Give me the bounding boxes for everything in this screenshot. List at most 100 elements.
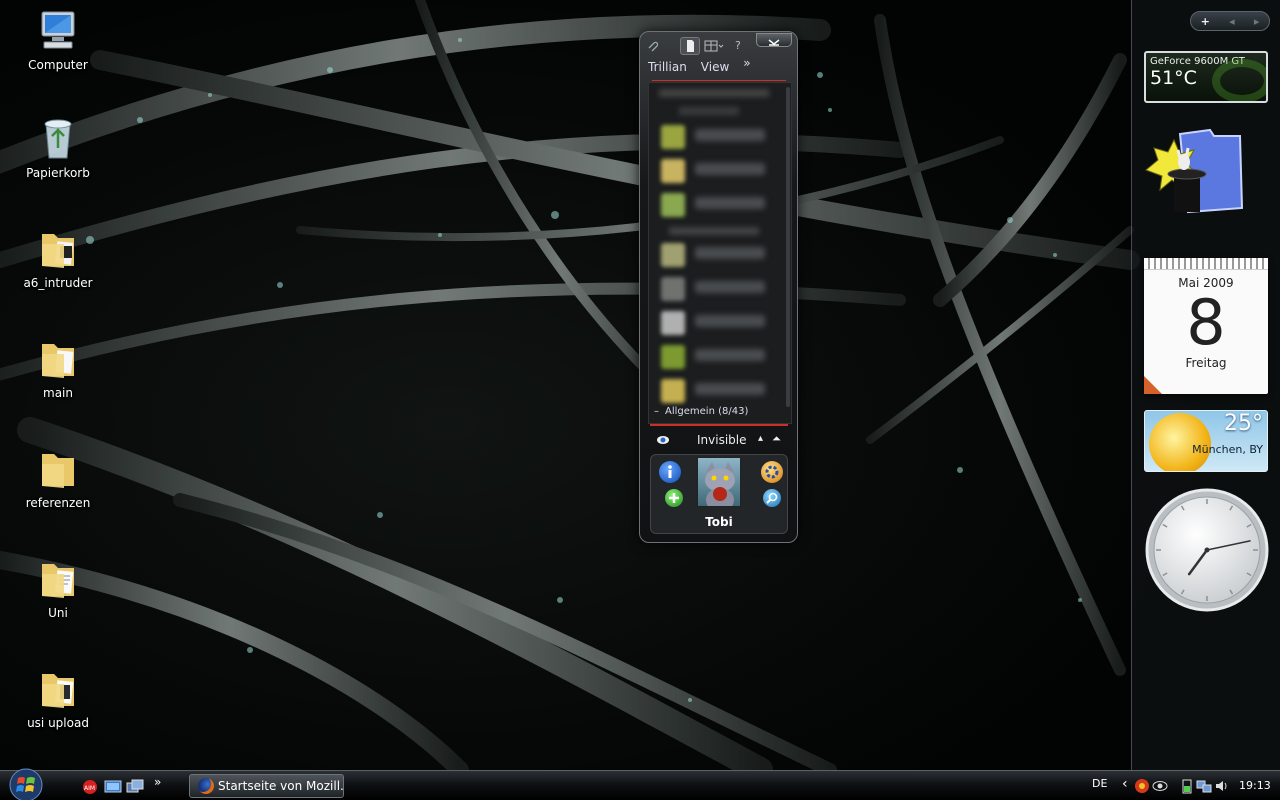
taskbar-item-firefox[interactable]: Startseite von Mozill... <box>189 774 344 798</box>
collapse-panel-icon[interactable]: ⏶ <box>772 432 781 446</box>
contact-avatar <box>661 193 685 217</box>
contact-avatar <box>661 277 685 301</box>
new-document-button[interactable] <box>680 37 700 55</box>
profile-name: Tobi <box>705 515 733 529</box>
menu-trillian[interactable]: Trillian <box>648 60 687 80</box>
eye-tray-icon[interactable] <box>1152 778 1168 794</box>
contact-item[interactable] <box>661 275 781 303</box>
calendar-day: 8 <box>1186 286 1226 359</box>
document-icon <box>687 40 694 52</box>
network-icon[interactable] <box>1196 778 1212 794</box>
group-label: Allgemein (8/43) <box>665 406 749 417</box>
blurred-group-header <box>679 107 739 115</box>
desktop-icon-main[interactable]: main <box>14 334 102 434</box>
desktop-icon-usi-upload[interactable]: usi upload <box>14 664 102 764</box>
desktop-icon-recycle-bin[interactable]: Papierkorb <box>14 114 102 214</box>
contact-avatar <box>661 243 685 267</box>
contact-item[interactable] <box>661 343 781 371</box>
menubar-divider <box>652 80 786 81</box>
contact-item[interactable] <box>661 123 781 151</box>
search-icon <box>766 492 778 504</box>
weather-temperature: 25° <box>1224 411 1263 436</box>
calendar-gadget[interactable]: Mai 2009 8 Freitag <box>1144 258 1268 394</box>
switch-windows-icon[interactable] <box>126 779 144 795</box>
menu-view[interactable]: View <box>701 60 729 80</box>
search-button[interactable] <box>763 489 781 507</box>
weather-location: München, BY <box>1192 443 1263 456</box>
info-button[interactable] <box>659 461 681 483</box>
contact-list-scrollbar[interactable] <box>786 87 790 407</box>
folder-icon <box>42 564 74 598</box>
desktop-icon-a6-intruder[interactable]: a6_intruder <box>14 224 102 324</box>
calendar-weekday: Freitag <box>1185 356 1227 370</box>
sidebar-controls: + ◂ ▸ <box>1190 11 1270 31</box>
profile-avatar[interactable] <box>697 457 741 507</box>
next-gadget-button[interactable]: ▸ <box>1254 15 1260 28</box>
blurred-contact-name <box>695 197 765 209</box>
group-allgemein[interactable]: – Allgemein (8/43) <box>654 406 748 417</box>
status-dropdown-icon[interactable]: ▴ <box>758 433 763 444</box>
trillian-tray-icon[interactable] <box>1134 778 1150 794</box>
desktop-icon-referenzen[interactable]: referenzen <box>14 444 102 544</box>
start-button[interactable] <box>6 767 46 800</box>
paperclip-icon[interactable] <box>646 40 658 52</box>
blurred-contact-name <box>695 315 765 327</box>
grid-view-icon[interactable] <box>704 40 724 52</box>
windows-sidebar: + ◂ ▸ GeForce 9600M GT 51°C Mai 2009 8 F… <box>1131 0 1280 770</box>
trillian-menubar: Trillian View » <box>648 56 788 80</box>
menu-more[interactable]: » <box>743 56 750 80</box>
show-hidden-icons-button[interactable]: ‹ <box>1122 776 1128 792</box>
folder-icon <box>42 344 74 378</box>
info-icon <box>668 465 672 478</box>
desktop-icon-label: a6_intruder <box>23 276 93 290</box>
weather-gadget[interactable]: 25° München, BY <box>1144 410 1268 472</box>
previous-gadget-button[interactable]: ◂ <box>1229 15 1235 28</box>
blurred-group-header <box>669 227 759 235</box>
language-indicator[interactable]: DE <box>1092 777 1107 790</box>
battery-icon[interactable] <box>1180 778 1194 794</box>
folder-icon <box>42 454 74 488</box>
nvidia-logo <box>1212 59 1266 101</box>
desktop-icon-computer[interactable]: Computer <box>14 6 102 106</box>
desktop-icon-label: referenzen <box>25 496 91 510</box>
blurred-contact-name <box>695 383 765 395</box>
contact-item[interactable] <box>661 377 781 405</box>
clock-time[interactable]: 19:13 <box>1239 779 1271 792</box>
blurred-contact-name <box>695 349 765 361</box>
contact-item[interactable] <box>661 157 781 185</box>
status-divider <box>650 424 788 426</box>
svg-text:AIM: AIM <box>84 785 95 792</box>
contact-item[interactable] <box>661 191 781 219</box>
add-gadget-button[interactable]: + <box>1201 15 1210 28</box>
trillian-titlebar[interactable]: ? <box>640 32 797 58</box>
taskbar: AIM » Startseite von Mozill... DE ‹ 19:1… <box>0 767 1280 800</box>
gpu-temperature-gadget[interactable]: GeForce 9600M GT 51°C <box>1144 51 1268 103</box>
status-selector[interactable]: Invisible ▴ ⏶ <box>654 432 784 450</box>
contact-item[interactable] <box>661 309 781 337</box>
recycle-bin-icon <box>44 119 72 159</box>
show-desktop-icon[interactable] <box>104 779 122 795</box>
clock-gadget[interactable] <box>1145 488 1269 612</box>
quicklaunch-more-button[interactable]: » <box>154 775 161 789</box>
contact-avatar <box>661 125 685 149</box>
contact-list[interactable] <box>648 82 792 424</box>
trillian-window[interactable]: ? Trillian View » – Allgemein (8/43) Invi… <box>639 31 798 543</box>
aim-icon[interactable]: AIM <box>82 779 98 795</box>
calendar-rings <box>1144 258 1268 270</box>
blurred-contact-name <box>695 129 765 141</box>
system-tray: DE ‹ 19:13 <box>1086 771 1280 800</box>
help-button[interactable]: ? <box>735 39 741 52</box>
add-contact-button[interactable] <box>665 489 683 507</box>
settings-button[interactable] <box>761 461 783 483</box>
minimize-button[interactable] <box>756 33 792 47</box>
volume-icon[interactable] <box>1214 778 1230 794</box>
contact-item[interactable] <box>661 241 781 269</box>
status-label: Invisible <box>697 433 747 447</box>
desktop-icon-uni[interactable]: Uni <box>14 554 102 654</box>
desktop-icon-label: usi upload <box>27 716 89 730</box>
magic-hat-folder-gadget[interactable] <box>1144 120 1244 220</box>
folder-icon <box>42 234 74 268</box>
gear-icon <box>765 465 779 479</box>
plus-icon <box>669 493 679 503</box>
taskbar-item-label: Startseite von Mozill... <box>218 779 344 793</box>
